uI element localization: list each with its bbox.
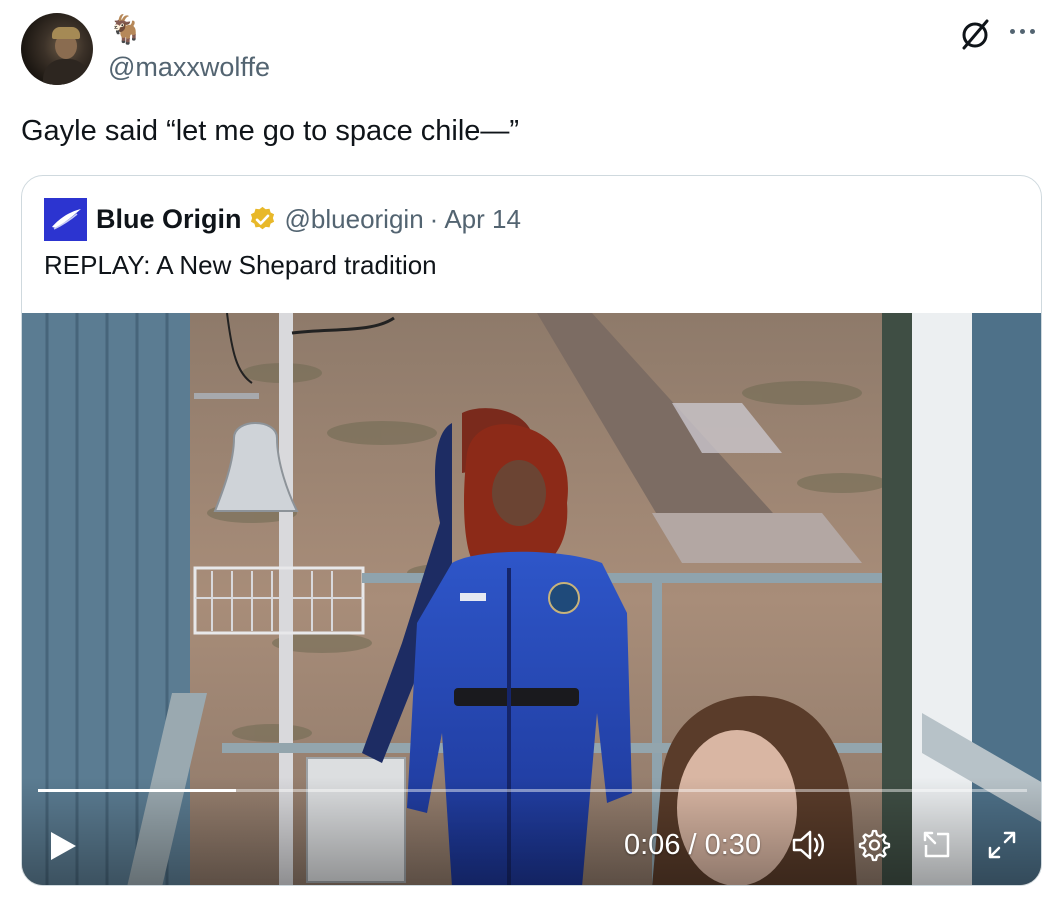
current-time: 0:06 bbox=[624, 829, 681, 861]
grok-icon[interactable] bbox=[958, 17, 992, 51]
quoted-handle[interactable]: @blueorigin bbox=[285, 204, 424, 235]
avatar[interactable] bbox=[21, 13, 93, 85]
time-separator: / bbox=[680, 829, 705, 861]
pip-icon[interactable] bbox=[919, 827, 955, 863]
progress-fill bbox=[38, 789, 236, 792]
quoted-tweet-text: REPLAY: A New Shepard tradition bbox=[44, 250, 437, 280]
quoted-tweet-card[interactable]: Blue Origin @blueorigin · Apr 14 REPLAY:… bbox=[21, 175, 1042, 886]
verified-badge-icon bbox=[250, 206, 274, 229]
volume-icon[interactable] bbox=[790, 827, 826, 863]
tweet-text: Gayle said “let me go to space chile—” bbox=[21, 115, 520, 147]
user-handle[interactable]: @maxxwolffe bbox=[108, 51, 270, 83]
play-icon[interactable] bbox=[48, 830, 78, 862]
blue-origin-logo[interactable] bbox=[44, 197, 87, 241]
settings-icon[interactable] bbox=[855, 827, 891, 863]
video-player[interactable]: 0:06 / 0:30 bbox=[22, 313, 1041, 885]
progress-bar[interactable] bbox=[38, 789, 1027, 792]
separator-dot: · bbox=[429, 203, 439, 234]
video-time: 0:06 / 0:30 bbox=[624, 827, 761, 863]
quoted-author-name[interactable]: Blue Origin bbox=[96, 204, 242, 235]
quoted-date[interactable]: Apr 14 bbox=[444, 204, 521, 235]
fullscreen-icon[interactable] bbox=[984, 827, 1020, 863]
duration: 0:30 bbox=[704, 829, 762, 861]
more-icon[interactable] bbox=[1010, 24, 1040, 38]
quoted-tweet-header: Blue Origin @blueorigin · Apr 14 bbox=[44, 197, 521, 241]
display-name[interactable]: 🐐 bbox=[108, 14, 143, 46]
